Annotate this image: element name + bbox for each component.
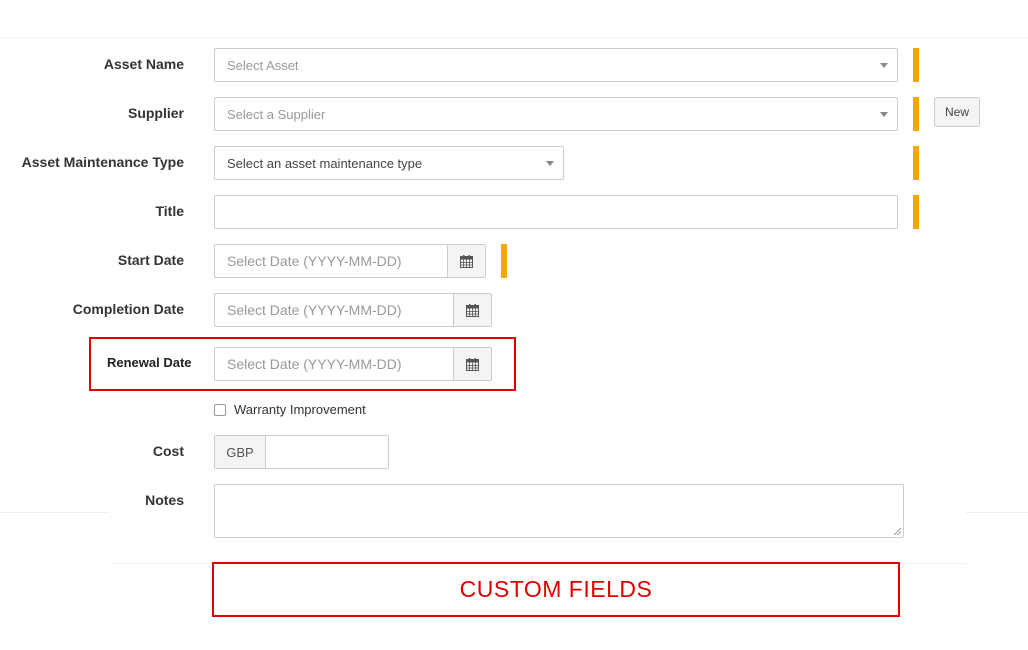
resize-grip-icon[interactable] [893,527,901,535]
notes-label: Notes [145,492,184,508]
completion-date-field[interactable]: Select Date (YYYY-MM-DD) [214,293,492,327]
chevron-down-icon [880,112,888,117]
supplier-select[interactable]: Select a Supplier [214,97,898,131]
renewal-date-label: Renewal Date [107,355,192,370]
custom-fields-highlight: CUSTOM FIELDS [212,562,900,617]
calendar-icon [466,357,479,371]
asset-name-placeholder: Select Asset [227,57,299,73]
start-date-field[interactable]: Select Date (YYYY-MM-DD) [214,244,486,278]
asset-maintenance-form: Asset Name Select Asset Supplier Select … [0,0,1028,650]
completion-date-input[interactable]: Select Date (YYYY-MM-DD) [215,294,402,326]
supplier-placeholder: Select a Supplier [227,106,326,122]
required-indicator [913,97,919,131]
required-indicator [913,48,919,82]
start-date-label: Start Date [117,252,184,268]
start-date-input[interactable]: Select Date (YYYY-MM-DD) [215,245,402,277]
maintenance-type-label: Asset Maintenance Type [21,154,184,170]
calendar-icon [466,303,479,317]
custom-fields-annotation: CUSTOM FIELDS [459,576,653,602]
chevron-down-icon [880,63,888,68]
required-indicator [501,244,507,278]
calendar-button[interactable] [453,294,491,326]
warranty-improvement-label[interactable]: Warranty Improvement [234,402,366,417]
chevron-down-icon [546,161,554,166]
asset-name-select[interactable]: Select Asset [214,48,898,82]
required-indicator [913,146,919,180]
divider [0,37,1028,38]
supplier-label: Supplier [127,105,184,121]
title-label: Title [155,203,184,219]
title-input[interactable] [214,195,898,229]
cost-label: Cost [152,443,184,459]
cost-field[interactable]: GBP [214,435,389,469]
new-supplier-button[interactable]: New [934,97,980,127]
calendar-icon [460,254,473,268]
divider [966,512,1028,513]
renewal-date-input[interactable]: Select Date (YYYY-MM-DD) [215,348,402,380]
calendar-button[interactable] [447,245,485,277]
calendar-button[interactable] [453,348,491,380]
currency-addon: GBP [215,436,266,468]
completion-date-label: Completion Date [72,301,184,317]
asset-name-label: Asset Name [103,56,184,72]
notes-textarea[interactable] [214,484,904,538]
renewal-date-field[interactable]: Select Date (YYYY-MM-DD) [214,347,492,381]
required-indicator [913,195,919,229]
warranty-improvement-checkbox[interactable] [214,404,226,416]
divider [0,512,110,513]
maintenance-type-select[interactable]: Select an asset maintenance type [214,146,564,180]
maintenance-type-placeholder: Select an asset maintenance type [227,155,423,171]
